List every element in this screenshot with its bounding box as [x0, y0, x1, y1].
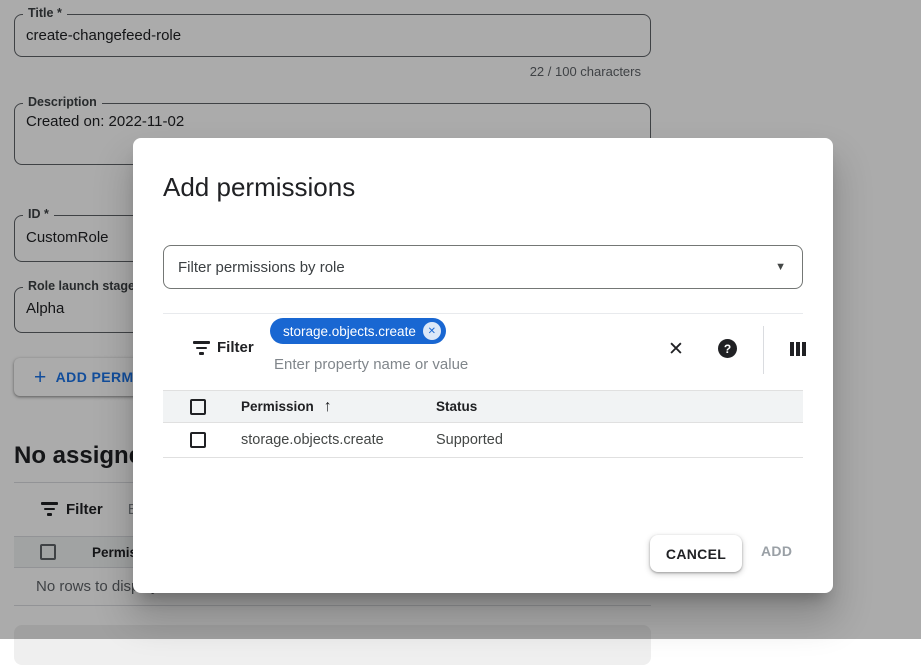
add-button[interactable]: ADD	[761, 543, 792, 559]
permission-cell: storage.objects.create	[241, 432, 436, 448]
select-all-checkbox[interactable]	[190, 399, 206, 415]
status-column-header: Status	[436, 399, 477, 414]
help-icon: ?	[724, 342, 731, 356]
filter-chip[interactable]: storage.objects.create ✕	[270, 318, 446, 344]
columns-icon	[790, 342, 794, 356]
filter-icon	[192, 341, 210, 355]
dialog-table-header: Permission ↑ Status	[163, 390, 803, 423]
chevron-down-icon: ▼	[775, 261, 786, 273]
close-icon: ✕	[668, 339, 684, 360]
dialog-filter-toolbar: Filter storage.objects.create ✕ ✕ ?	[163, 314, 803, 390]
column-display-options-button[interactable]	[790, 342, 806, 356]
row-checkbox[interactable]	[190, 432, 206, 448]
filter-chip-label: storage.objects.create	[283, 324, 416, 339]
dialog-title: Add permissions	[163, 172, 355, 203]
dialog-filter-input[interactable]	[274, 356, 604, 373]
cancel-button[interactable]: CANCEL	[650, 535, 742, 572]
help-button[interactable]: ?	[718, 339, 737, 358]
role-select-value: Filter permissions by role	[178, 259, 345, 276]
sort-ascending-icon: ↑	[324, 398, 332, 416]
add-permissions-dialog: Add permissions Filter permissions by ro…	[133, 138, 833, 593]
filter-permissions-by-role-select[interactable]: Filter permissions by role ▼	[163, 245, 803, 289]
filter-label: Filter	[217, 339, 254, 356]
permission-column-header[interactable]: Permission ↑	[241, 398, 436, 416]
chip-remove-icon[interactable]: ✕	[423, 322, 441, 340]
divider	[763, 326, 764, 374]
status-cell: Supported	[436, 432, 503, 448]
clear-filter-button[interactable]: ✕	[668, 338, 684, 361]
table-row[interactable]: storage.objects.create Supported	[163, 423, 803, 458]
